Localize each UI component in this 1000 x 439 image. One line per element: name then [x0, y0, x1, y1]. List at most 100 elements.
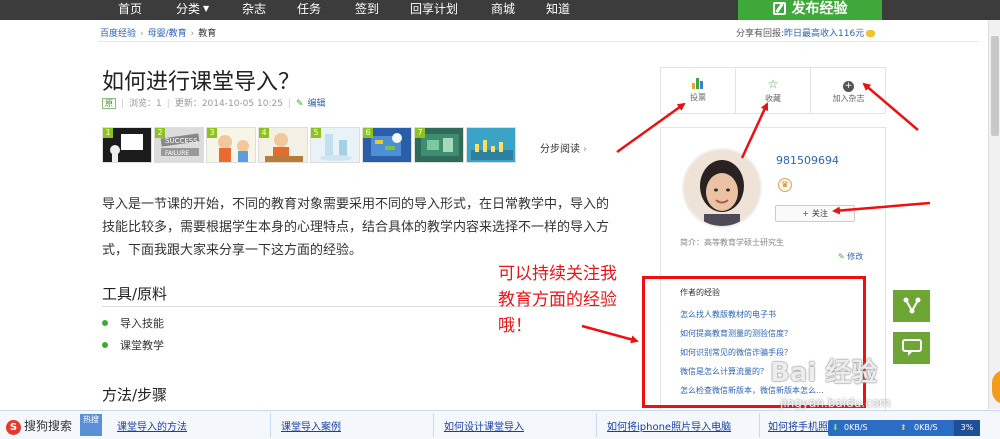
plus-icon: +	[843, 81, 854, 92]
site-watermark-url: jingyan.baidu.com	[780, 396, 891, 410]
coin-icon	[866, 30, 876, 37]
nav-category[interactable]: 分类 ▼	[176, 0, 209, 20]
breadcrumb-category[interactable]: 母婴/教育	[148, 29, 187, 39]
step-thumbnail[interactable]: 3	[206, 127, 256, 163]
nav-home[interactable]: 首页	[118, 0, 142, 20]
cpu-percent: 3%	[954, 420, 980, 436]
favorite-label: 收藏	[765, 94, 781, 103]
step-thumbnail[interactable]: 7	[414, 127, 464, 163]
step-number: 3	[207, 128, 217, 138]
follow-label: 关注	[811, 209, 828, 218]
step-number: 1	[103, 128, 113, 138]
sogou-logo[interactable]: S 搜狗搜索	[6, 417, 72, 435]
sogou-label: 搜狗搜索	[24, 419, 73, 433]
share-tip: 分享有回报:昨日最高收入116元	[736, 26, 876, 39]
nav-category-label: 分类	[176, 2, 201, 16]
step-thumbnail[interactable]: SUCCESS FAILURE 2	[154, 127, 204, 163]
step-number: 2	[155, 128, 165, 138]
edit-icon	[772, 2, 786, 15]
publish-label: 发布经验	[791, 1, 848, 17]
view-count: 浏览：1	[129, 99, 162, 109]
page-title: 如何进行课堂导入？	[102, 70, 301, 95]
hot-search-link[interactable]: 如何将iphone照片导入电脑	[607, 418, 731, 433]
updated-time: 更新：2014-10-05 10:25	[174, 99, 283, 109]
tool-item-label: 导入技能	[120, 317, 164, 330]
step-read-label: 分步阅读	[540, 144, 580, 155]
header-divider	[98, 41, 978, 42]
link-separator	[270, 413, 271, 437]
favorite-button[interactable]: ☆ 收藏	[736, 68, 811, 113]
nav-share-plan[interactable]: 回享计划	[410, 0, 458, 20]
tool-item: 课堂教学	[102, 337, 164, 353]
level-badge-icon: ♛	[778, 178, 792, 192]
star-icon: ☆	[767, 77, 779, 91]
meta-separator: |	[287, 99, 291, 109]
hot-search-link[interactable]: 课堂导入案例	[281, 418, 341, 433]
link-separator	[433, 413, 434, 437]
step-thumbnail[interactable]	[466, 127, 516, 163]
step-thumbnail[interactable]: 6	[362, 127, 412, 163]
step-number: 6	[363, 128, 373, 138]
link-separator	[759, 413, 760, 437]
author-bio: 简介：高等教育学硕士研究生	[680, 238, 784, 247]
bullet-icon	[102, 320, 108, 326]
step-thumbnail[interactable]: 5	[310, 127, 360, 163]
breadcrumb-separator: ›	[190, 29, 195, 39]
step-read-link[interactable]: 分步阅读 ›	[540, 140, 587, 155]
tools-heading: 工具/原料	[102, 285, 168, 303]
share-float-button[interactable]	[893, 290, 930, 322]
upload-arrow-icon: ⬆	[900, 423, 907, 432]
tool-item-label: 课堂教学	[120, 339, 164, 352]
avatar[interactable]	[682, 148, 762, 228]
edit-link[interactable]: 编辑	[308, 99, 326, 109]
comment-icon	[901, 339, 922, 356]
link-separator	[596, 413, 597, 437]
nav-mall[interactable]: 商城	[491, 0, 515, 20]
scrollbar-thumb[interactable]	[991, 36, 999, 136]
page-scrollbar[interactable]	[988, 20, 1000, 409]
vote-label: 投票	[690, 93, 706, 102]
modify-label: 修改	[847, 252, 864, 261]
download-speed: 0KB/S	[844, 423, 868, 432]
upload-speed: 0KB/S	[914, 423, 938, 432]
article-meta: 原 | 浏览：1 | 更新：2014-10-05 10:25 | ✎ 编辑	[102, 96, 326, 109]
add-to-magazine-button[interactable]: + 加入杂志	[811, 68, 886, 113]
step-number: 7	[415, 128, 425, 138]
hot-search-link[interactable]: 如何设计课堂导入	[444, 418, 524, 433]
nav-magazine[interactable]: 杂志	[242, 0, 266, 20]
vote-icon	[692, 78, 704, 89]
publish-button[interactable]: 发布经验	[738, 0, 882, 20]
nav-zhidao[interactable]: 知道	[546, 0, 570, 20]
step-thumbnails: 1 SUCCESS FAILURE 2 3 4 5 6 7	[102, 127, 598, 163]
hot-search-link[interactable]: 课堂导入的方法	[117, 418, 187, 433]
follow-button[interactable]: + 关注	[775, 205, 855, 222]
meta-separator: |	[121, 99, 125, 109]
network-speed-widget: ⬇ 0KB/S ⬆ 0KB/S 3%	[828, 420, 980, 436]
breadcrumb-separator: ›	[140, 29, 144, 39]
vote-button[interactable]: 投票	[661, 68, 736, 113]
original-badge: 原	[102, 98, 116, 109]
article-actions: 投票 ☆ 收藏 + 加入杂志	[660, 67, 886, 114]
share-tip-label: 分享有回报:	[736, 29, 785, 39]
share-tip-link[interactable]: 昨日最高收入116元	[784, 29, 864, 39]
nav-checkin[interactable]: 签到	[355, 0, 379, 20]
step-thumbnail[interactable]: 4	[258, 127, 308, 163]
share-icon	[903, 297, 920, 314]
step-number: 4	[259, 128, 269, 138]
modify-link[interactable]: ✎ 修改	[838, 251, 863, 262]
breadcrumb-home[interactable]: 百度经验	[100, 29, 136, 39]
pencil-icon: ✎	[838, 252, 845, 261]
step-thumbnail[interactable]: 1	[102, 127, 152, 163]
nav-task[interactable]: 任务	[297, 0, 321, 20]
annotation-note: 可以持续关注我教育方面的经验哦！	[498, 264, 617, 336]
feedback-float-button[interactable]	[893, 332, 930, 364]
svg-text:SUCCESS: SUCCESS	[165, 137, 198, 145]
hot-search-badge: 热搜	[80, 414, 102, 436]
breadcrumb-current: 教育	[198, 29, 217, 39]
hot-search-link[interactable]: 如何将手机照	[768, 418, 828, 433]
step-number: 5	[311, 128, 321, 138]
plus-icon: +	[802, 209, 809, 218]
add-to-magazine-label: 加入杂志	[832, 94, 865, 103]
author-name[interactable]: 981509694	[776, 154, 839, 167]
tool-item: 导入技能	[102, 315, 164, 331]
